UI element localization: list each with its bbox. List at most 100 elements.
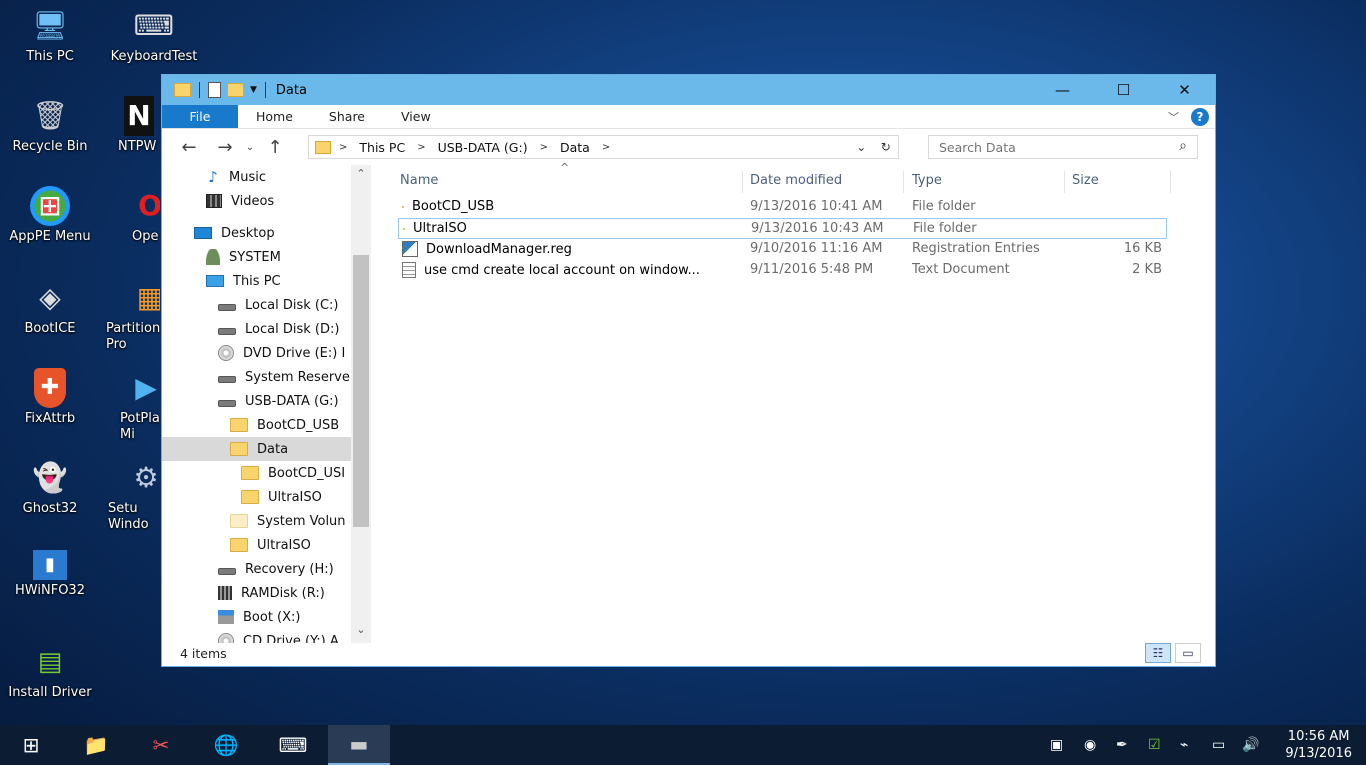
search-input[interactable] [939,139,1159,155]
app-tray-icon[interactable]: ◉ [1084,725,1096,765]
breadcrumb-separator[interactable]: > [417,142,425,153]
file-row[interactable]: BootCD_USB 9/13/2016 10:41 AM File folde… [398,197,1167,218]
new-folder-icon[interactable] [227,83,244,97]
drive-taskbar-icon[interactable]: ▬ [328,725,390,765]
boot-drive-icon [218,610,234,624]
title-bar[interactable]: ▼ Data — ☐ ✕ [162,75,1215,105]
file-date: 9/10/2016 11:16 AM [750,241,883,256]
file-explorer-taskbar-icon[interactable]: 📁 [65,725,127,765]
pen-tray-icon[interactable]: ✒ [1116,725,1128,765]
column-divider[interactable] [1170,171,1171,193]
forward-button[interactable]: → [210,137,240,158]
tab-home[interactable]: Home [238,105,311,128]
refresh-icon[interactable]: ↻ [881,140,891,154]
file-row[interactable]: use cmd create local account on window..… [398,260,1167,281]
desktop-icon-keyboardtest[interactable]: ⌨ KeyboardTest [106,6,202,65]
up-button[interactable]: ↑ [260,137,290,158]
desktop-icon-install-driver[interactable]: ▤ Install Driver [2,642,98,701]
desktop-icon-ntpw[interactable]: N NTPW [96,96,160,155]
volume-tray-icon[interactable]: 🔊 [1242,725,1259,765]
address-bar[interactable]: > This PC > USB-DATA (G:) > Data > ⌄ ↻ [308,135,899,159]
breadcrumb-separator[interactable]: > [540,142,548,153]
desktop-icon-recycle-bin[interactable]: 🗑 Recycle Bin [2,96,98,155]
desktop-icon-this-pc[interactable]: 🖥 This PC [2,6,98,65]
nav-pane-scrollbar[interactable]: ⌃ ⌄ [351,165,371,643]
safely-remove-tray-icon[interactable]: ☑ [1148,725,1161,765]
desktop-icon-partition[interactable]: ▦ Partition Pro [96,278,160,353]
nav-item-this-pc[interactable]: This PC [206,269,281,293]
column-name[interactable]: Name [372,165,742,195]
tab-share[interactable]: Share [311,105,383,128]
nav-item-local-disk-d[interactable]: Local Disk (D:) [218,317,339,341]
desktop-icon-opera[interactable]: O Ope [96,186,160,245]
nav-item-usb-data-g[interactable]: USB-DATA (G:) [218,389,339,413]
desktop-icon-hwinfo32[interactable]: ▮ HWiNFO32 [2,550,98,599]
clock[interactable]: 10:56 AM 9/13/2016 [1285,728,1352,762]
close-button[interactable]: ✕ [1154,75,1215,105]
search-box[interactable]: ⌕ [928,135,1198,159]
back-button[interactable]: ← [174,137,204,158]
nav-item-bootcd-usb-sub[interactable]: BootCD_USI [241,461,345,485]
breadcrumb-data[interactable]: Data [560,140,590,155]
nav-item-label: Music [229,169,266,185]
nav-item-system-volume[interactable]: System Volun [230,509,346,533]
nav-item-music[interactable]: ♪ Music [206,165,266,189]
network-tray-icon[interactable]: ▣ [1050,725,1063,765]
desktop-icon-ghost32[interactable]: 👻 Ghost32 [2,458,98,517]
details-view-icon[interactable]: ☷ [1145,643,1171,663]
nav-item-ultraiso[interactable]: UltraISO [230,533,311,557]
tab-file[interactable]: File [162,105,238,128]
expand-ribbon-icon[interactable]: ﹀ [1168,109,1179,125]
nav-item-local-disk-c[interactable]: Local Disk (C:) [218,293,338,317]
properties-icon[interactable] [208,82,221,98]
address-dropdown-icon[interactable]: ⌄ [856,140,866,154]
recycle-bin-icon: 🗑 [32,99,68,132]
keyboard-taskbar-icon[interactable]: ⌨ [262,725,324,765]
breadcrumb-separator[interactable]: > [602,142,610,153]
customize-toolbar-icon[interactable]: ▼ [250,85,257,95]
scroll-thumb[interactable] [353,255,369,527]
nav-item-desktop[interactable]: Desktop [194,221,275,245]
nav-item-data[interactable]: Data [162,437,351,461]
desktop-icon-fixattrb[interactable]: ✚ FixAttrb [2,368,98,427]
nav-item-videos[interactable]: Videos [206,189,274,213]
desktop-icon-apppe-menu[interactable]: ⊞ AppPE Menu [2,186,98,245]
nav-item-system-reserved[interactable]: System Reserve [218,365,350,389]
nav-item-label: UltraISO [257,537,311,553]
nav-item-ultraiso-sub[interactable]: UltraISO [241,485,322,509]
breadcrumb-this-pc[interactable]: This PC [359,140,405,155]
power-tray-icon[interactable]: ⌁ [1180,725,1188,765]
nav-item-recovery-h[interactable]: Recovery (H:) [218,557,334,581]
nav-item-label: DVD Drive (E:) I [243,345,346,361]
desktop-icon-setup-windows[interactable]: ⚙ Setu Windo [96,458,160,533]
large-icons-view-icon[interactable]: ▭ [1175,643,1201,663]
file-row[interactable]: DownloadManager.reg 9/10/2016 11:16 AM R… [398,239,1167,260]
start-button[interactable]: ⊞ [0,725,62,765]
column-size[interactable]: Size [1044,165,1144,195]
minimize-button[interactable]: — [1032,75,1093,105]
desktop-icon-bootice[interactable]: ◈ BootICE [2,278,98,337]
file-name: BootCD_USB [412,199,495,214]
breadcrumb-usb-data[interactable]: USB-DATA (G:) [438,140,528,155]
search-icon[interactable]: ⌕ [1179,138,1187,154]
snipping-tool-taskbar-icon[interactable]: ✂ [130,725,192,765]
desktop-icon-potplayer[interactable]: ▶ PotPla Mi [96,368,160,443]
file-size: 2 KB [1132,262,1162,277]
scroll-up-icon[interactable]: ⌃ [351,167,371,185]
file-row-selected[interactable]: UltraISO 9/13/2016 10:43 AM File folder [398,218,1167,239]
breadcrumb-separator[interactable]: > [339,142,347,153]
nav-item-bootcd-usb[interactable]: BootCD_USB [230,413,339,437]
scroll-down-icon[interactable]: ⌄ [351,623,371,641]
nav-item-system[interactable]: SYSTEM [206,245,281,269]
help-icon[interactable]: ? [1191,108,1209,126]
nav-item-ramdisk-r[interactable]: RAMDisk (R:) [218,581,325,605]
recent-locations-button[interactable]: ⌄ [240,142,260,153]
column-type[interactable]: Type [884,165,1044,195]
nav-item-dvd-drive-e[interactable]: DVD Drive (E:) I [218,341,345,365]
browser-taskbar-icon[interactable]: 🌐 [195,725,257,765]
tab-view[interactable]: View [383,105,449,128]
column-date-modified[interactable]: Date modified [722,165,882,195]
maximize-button[interactable]: ☐ [1093,75,1154,105]
display-tray-icon[interactable]: ▭ [1212,725,1225,765]
nav-item-boot-x[interactable]: Boot (X:) [218,605,300,629]
